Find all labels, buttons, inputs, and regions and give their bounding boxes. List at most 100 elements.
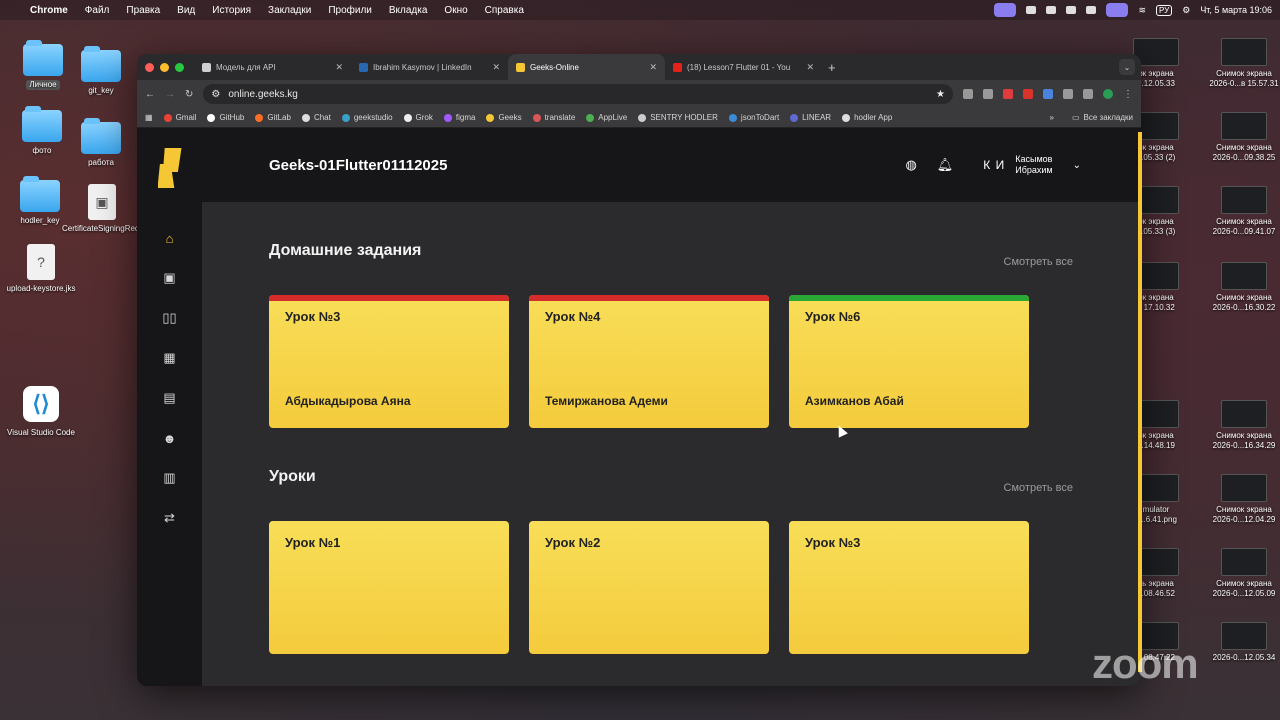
- extension-icon[interactable]: [1043, 89, 1053, 99]
- desktop-folder-git-key[interactable]: git_key: [61, 46, 141, 96]
- all-bookmarks-button[interactable]: ▭ Все закладки: [1072, 113, 1133, 122]
- close-tab-icon[interactable]: ✕: [335, 62, 343, 73]
- forward-icon[interactable]: →: [165, 89, 175, 100]
- bookmark-geekstudio[interactable]: geekstudio: [341, 113, 393, 122]
- profile-avatar[interactable]: [1103, 89, 1113, 99]
- desktop-screenshot-file[interactable]: Снимок экрана 2026-0...16.34.29: [1204, 400, 1280, 451]
- bookmark-linear[interactable]: LINEAR: [790, 113, 831, 122]
- new-tab-button[interactable]: +: [828, 60, 836, 75]
- tab-linkedin[interactable]: Ibrahim Kasymov | LinkedIn ✕: [351, 54, 508, 80]
- minimize-window-button[interactable]: [160, 62, 169, 72]
- lesson-card[interactable]: Урок №2: [529, 521, 769, 654]
- bookmark-geeks[interactable]: Geeks: [486, 113, 522, 122]
- extension-icon[interactable]: [983, 89, 993, 99]
- desktop-file-keystore[interactable]: ? upload-keystore.jks: [1, 244, 81, 294]
- menu-tab[interactable]: Вкладка: [389, 5, 428, 16]
- address-bar[interactable]: ⚙ online.geeks.kg ★: [203, 84, 953, 104]
- close-tab-icon[interactable]: ✕: [492, 62, 500, 73]
- lesson-card[interactable]: Урок №3: [789, 521, 1029, 654]
- desktop-screenshot-file[interactable]: Снимок экрана 2026-0...в 15.57.31: [1204, 38, 1280, 89]
- homework-see-all-link[interactable]: Смотреть все: [1004, 256, 1073, 268]
- close-window-button[interactable]: [145, 62, 154, 72]
- nav-swap-icon[interactable]: ⇄: [160, 508, 180, 528]
- desktop-screenshot-file[interactable]: Снимок экрана 2026-0...12.04.29: [1204, 474, 1280, 525]
- wifi-icon[interactable]: ≋: [1138, 5, 1146, 16]
- menu-profiles[interactable]: Профили: [328, 5, 372, 16]
- apps-grid-icon[interactable]: ▦: [145, 113, 153, 122]
- desktop-file-csr[interactable]: ▣ CertificateSigningRequest...Request: [62, 184, 191, 234]
- nav-homework-icon[interactable]: ▣: [160, 268, 180, 288]
- tab-search-button[interactable]: ⌄: [1119, 59, 1135, 75]
- more-bookmarks-icon[interactable]: »: [1050, 113, 1054, 122]
- desktop-folder-work[interactable]: работа: [61, 118, 141, 168]
- tab-youtube-lesson[interactable]: (18) Lesson7 Flutter 01 - You ✕: [665, 54, 822, 80]
- bookmark-gitlab[interactable]: GitLab: [255, 113, 291, 122]
- nav-calendar-icon[interactable]: ▦: [160, 348, 180, 368]
- menu-history[interactable]: История: [212, 5, 251, 16]
- back-icon[interactable]: ←: [145, 89, 155, 100]
- display-icon[interactable]: [1046, 6, 1057, 14]
- extension-icon[interactable]: [1063, 89, 1073, 99]
- bookmark-translate[interactable]: translate: [532, 113, 575, 122]
- browser-menu-icon[interactable]: ⋮: [1123, 89, 1133, 100]
- user-name[interactable]: Касымов Ибрахим: [1015, 154, 1052, 176]
- nav-people-icon[interactable]: ☻: [160, 428, 180, 448]
- menu-edit[interactable]: Правка: [126, 5, 160, 16]
- bookmark-star-icon[interactable]: ★: [936, 89, 945, 100]
- close-tab-icon[interactable]: ✕: [806, 62, 814, 73]
- menubar-clock[interactable]: Чт, 5 марта 19:06: [1200, 5, 1272, 15]
- lessons-see-all-link[interactable]: Смотреть все: [1004, 482, 1073, 494]
- geeks-logo-icon[interactable]: [157, 148, 182, 188]
- stage-manager-icon[interactable]: [1106, 3, 1129, 17]
- menu-window[interactable]: Окно: [444, 5, 467, 16]
- menu-help[interactable]: Справка: [485, 5, 524, 16]
- battery-icon[interactable]: [1086, 6, 1097, 14]
- zoom-status-icon[interactable]: [1026, 6, 1037, 14]
- extension-icon[interactable]: [1023, 89, 1033, 99]
- bookmark-sentry[interactable]: SENTRY HODLER: [638, 113, 718, 122]
- user-avatar-initials[interactable]: К И: [983, 158, 1005, 172]
- bookmark-github[interactable]: GitHub: [207, 113, 244, 122]
- lesson-card[interactable]: Урок №1: [269, 521, 509, 654]
- site-info-icon[interactable]: ⚙: [211, 89, 220, 100]
- bookmark-gmail[interactable]: Gmail: [163, 113, 196, 122]
- reload-icon[interactable]: ↻: [185, 89, 193, 100]
- language-globe-icon[interactable]: ◍: [905, 157, 916, 173]
- menu-view[interactable]: Вид: [177, 5, 195, 16]
- bookmark-figma[interactable]: figma: [443, 113, 475, 122]
- desktop-screenshot-file[interactable]: 2026-0...12.05.34: [1204, 622, 1280, 663]
- nav-document-icon[interactable]: ▥: [160, 468, 180, 488]
- input-language[interactable]: РУ: [1155, 4, 1173, 16]
- menu-bookmarks[interactable]: Закладки: [268, 5, 311, 16]
- desktop-screenshot-file[interactable]: Снимок экрана 2026-0...09.38.25: [1204, 112, 1280, 163]
- url-text[interactable]: online.geeks.kg: [228, 89, 298, 100]
- menu-app-name[interactable]: Chrome: [30, 5, 68, 16]
- cloud-icon[interactable]: [1066, 6, 1077, 14]
- desktop-screenshot-file[interactable]: Снимок экрана 2026-0...09.41.07: [1204, 186, 1280, 237]
- desktop-app-vscode[interactable]: ⟨⟩ Visual Studio Code: [1, 386, 81, 438]
- notifications-bell-icon[interactable]: 🔔︎: [937, 157, 954, 173]
- extension-icon[interactable]: [1003, 89, 1013, 99]
- bookmark-applive[interactable]: AppLive: [586, 113, 627, 122]
- screen-share-icon[interactable]: [994, 3, 1017, 17]
- close-tab-icon[interactable]: ✕: [649, 62, 657, 73]
- control-center-icon[interactable]: ⚙: [1182, 5, 1190, 16]
- nav-book-icon[interactable]: ▯▯: [160, 308, 180, 328]
- bookmark-jsontodart[interactable]: jsonToDart: [728, 113, 779, 122]
- homework-card[interactable]: Урок №6 Азимканов Абай: [789, 295, 1029, 428]
- tab-api-model[interactable]: Модель для API ✕: [194, 54, 351, 80]
- homework-card[interactable]: Урок №3 Абдыкадырова Аяна: [269, 295, 509, 428]
- homework-card[interactable]: Урок №4 Темиржанова Адеми: [529, 295, 769, 428]
- bookmark-grok[interactable]: Grok: [403, 113, 433, 122]
- bookmark-chat[interactable]: Chat: [301, 113, 331, 122]
- tab-geeks-online[interactable]: Geeks-Online ✕: [508, 54, 665, 80]
- zoom-window-button[interactable]: [175, 62, 184, 72]
- menu-file[interactable]: Файл: [85, 5, 110, 16]
- bookmark-hodler-app[interactable]: hodler App: [842, 113, 892, 122]
- extensions-puzzle-icon[interactable]: [1083, 89, 1093, 99]
- chevron-down-icon[interactable]: ⌄: [1073, 160, 1081, 171]
- extension-icon[interactable]: [963, 89, 973, 99]
- nav-table-icon[interactable]: ▤: [160, 388, 180, 408]
- nav-home-icon[interactable]: ⌂: [160, 228, 180, 248]
- desktop-screenshot-file[interactable]: Снимок экрана 2026-0...16.30.22: [1204, 262, 1280, 313]
